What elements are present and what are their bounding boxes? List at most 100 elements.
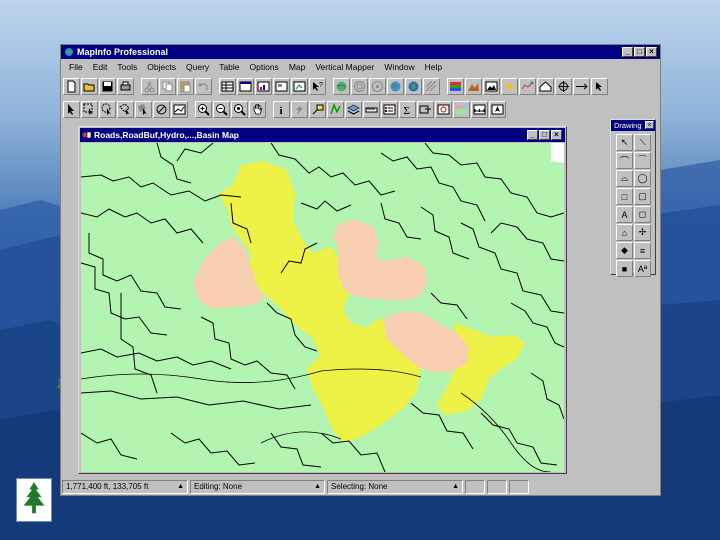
print-button[interactable] <box>117 77 134 95</box>
change-view-button[interactable] <box>231 100 248 118</box>
statistics-button[interactable]: Σ <box>399 100 416 118</box>
select-tool-button[interactable]: ↖ <box>616 134 633 151</box>
map-maximize-button[interactable]: □ <box>539 130 550 140</box>
zoom-out-button[interactable] <box>213 100 230 118</box>
arrow-select-icon <box>68 103 74 115</box>
hotlink-button[interactable] <box>291 100 308 118</box>
arc-tool-button[interactable]: ⁀ <box>634 152 651 169</box>
new-layout-button[interactable] <box>273 77 290 95</box>
legend-button[interactable] <box>381 100 398 118</box>
vm-tool-6-button[interactable] <box>423 77 440 95</box>
copy-icon <box>162 81 173 91</box>
region-style-tool-button[interactable]: ■ <box>616 260 633 277</box>
vm-tool-5-button[interactable] <box>405 77 422 95</box>
map-minimize-button[interactable]: _ <box>527 130 538 140</box>
ellipse-tool-button[interactable]: ◯ <box>634 170 651 187</box>
vm-tool-4-button[interactable] <box>387 77 404 95</box>
vm-tool-13-button[interactable] <box>555 77 572 95</box>
north-arrow-button[interactable] <box>489 100 506 118</box>
new-grapher-button[interactable] <box>255 77 272 95</box>
new-browser-button[interactable] <box>219 77 236 95</box>
vm-tool-1-button[interactable] <box>333 77 350 95</box>
menu-map[interactable]: Map <box>284 60 311 74</box>
status-editing[interactable]: Editing: None ▲ <box>190 480 325 494</box>
vm-tool-7-button[interactable] <box>447 77 464 95</box>
vm-tool-2-button[interactable] <box>351 77 368 95</box>
road-line <box>120 293 158 394</box>
graph-select-button[interactable] <box>171 100 188 118</box>
boundary-select-icon <box>138 103 147 115</box>
thematic-map-button[interactable] <box>453 100 470 118</box>
frame-tool-button[interactable]: ◻ <box>634 206 651 223</box>
radius-select-button[interactable] <box>99 100 116 118</box>
vm-tool-15-button[interactable] <box>591 77 608 95</box>
map-close-button[interactable]: × <box>551 130 562 140</box>
map-window-titlebar[interactable]: Roads,RoadBuf,Hydro,...,Basin Map _ □ × <box>80 128 565 142</box>
vm-tool-11-button[interactable] <box>519 77 536 95</box>
layer-control-button[interactable] <box>345 100 362 118</box>
polyline-tool-button[interactable]: ⌒ <box>616 152 633 169</box>
marquee-select-button[interactable] <box>81 100 98 118</box>
info-tool-button[interactable]: i <box>273 100 290 118</box>
new-redistrict-button[interactable] <box>291 77 308 95</box>
polygon-select-button[interactable] <box>117 100 134 118</box>
menu-help[interactable]: Help <box>420 60 447 74</box>
maximize-button[interactable]: □ <box>634 47 645 57</box>
line-style-tool-button[interactable]: ≡ <box>634 242 651 259</box>
map-canvas[interactable] <box>81 143 564 472</box>
ruler-button[interactable] <box>363 100 380 118</box>
menu-options[interactable]: Options <box>245 60 284 74</box>
clip-region-button[interactable] <box>417 100 434 118</box>
save-button[interactable] <box>99 77 116 95</box>
menu-tools[interactable]: Tools <box>112 60 142 74</box>
select-icon: ↖ <box>620 137 629 147</box>
copy-button[interactable] <box>159 77 176 95</box>
vm-tool-9-button[interactable] <box>483 77 500 95</box>
menu-edit[interactable]: Edit <box>88 60 113 74</box>
boundary-select-button[interactable] <box>135 100 152 118</box>
vm-tool-3-button[interactable] <box>369 77 386 95</box>
drag-map-button[interactable] <box>327 100 344 118</box>
app-titlebar[interactable]: MapInfo Professional _ □ × <box>61 45 660 59</box>
menu-file[interactable]: File <box>64 60 88 74</box>
menu-objects[interactable]: Objects <box>142 60 181 74</box>
scale-bar-button[interactable] <box>471 100 488 118</box>
help-pointer-button[interactable]: ? <box>309 77 326 95</box>
new-mapper-button[interactable] <box>237 77 254 95</box>
unselect-all-button[interactable] <box>153 100 170 118</box>
add-node-tool-button[interactable]: ✢ <box>634 224 651 241</box>
vm-tool-10-button[interactable] <box>501 77 518 95</box>
rectangle-tool-button[interactable]: □ <box>616 188 633 205</box>
zoom-in-button[interactable] <box>195 100 212 118</box>
open-table-button[interactable] <box>81 77 98 95</box>
close-button[interactable]: × <box>646 47 657 57</box>
cut-button[interactable] <box>141 77 158 95</box>
minimize-button[interactable]: _ <box>622 47 633 57</box>
drawing-palette-close-button[interactable]: × <box>645 121 654 129</box>
text-tool-button[interactable]: A <box>616 206 633 223</box>
set-target-button[interactable] <box>435 100 452 118</box>
polygon-tool-button[interactable]: ⌓ <box>616 170 633 187</box>
status-selecting[interactable]: Selecting: None ▲ <box>327 480 463 494</box>
symbol-style-tool-button[interactable]: ◆ <box>616 242 633 259</box>
rounded-rectangle-tool-button[interactable]: ▢ <box>634 188 651 205</box>
menu-window[interactable]: Window <box>379 60 419 74</box>
drawing-palette-titlebar[interactable]: Drawing × <box>611 120 655 131</box>
menu-query[interactable]: Query <box>181 60 214 74</box>
status-zoom-arrow-icon: ▲ <box>177 483 184 490</box>
status-zoom[interactable]: 1,771,400 ft, 133,705 ft ▲ <box>62 480 188 494</box>
vm-tool-14-button[interactable] <box>573 77 590 95</box>
menu-table[interactable]: Table <box>214 60 244 74</box>
select-tool-button[interactable] <box>63 100 80 118</box>
menu-vertical-mapper[interactable]: Vertical Mapper <box>310 60 379 74</box>
vm-tool-12-button[interactable] <box>537 77 554 95</box>
line-tool-button[interactable]: ⟍ <box>634 134 651 151</box>
label-tool-button[interactable] <box>309 100 326 118</box>
reshape-tool-button[interactable]: ⌂ <box>616 224 633 241</box>
grabber-button[interactable] <box>249 100 266 118</box>
vm-tool-8-button[interactable] <box>465 77 482 95</box>
paste-button[interactable] <box>177 77 194 95</box>
text-style-tool-button[interactable]: Aª <box>634 260 651 277</box>
new-table-button[interactable] <box>63 77 80 95</box>
undo-button[interactable] <box>195 77 212 95</box>
